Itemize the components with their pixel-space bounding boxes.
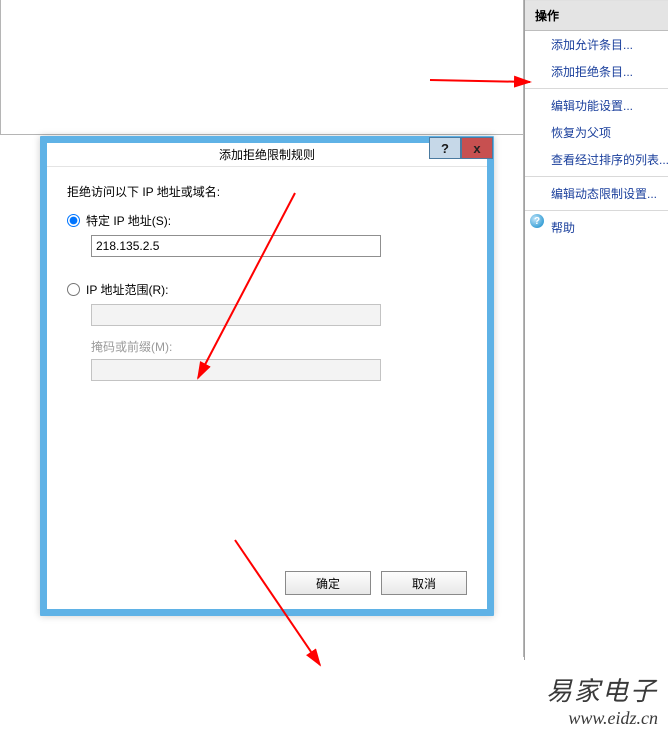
watermark: 易家电子 www.eidz.cn — [546, 671, 658, 729]
ip-range-input[interactable] — [91, 304, 381, 326]
add-deny-rule-dialog: 添加拒绝限制规则 ? x 拒绝访问以下 IP 地址或域名: 特定 IP 地址(S… — [40, 136, 494, 616]
dialog-close-button[interactable]: x — [461, 137, 493, 159]
dialog-section-title: 拒绝访问以下 IP 地址或域名: — [67, 183, 467, 200]
action-revert-parent[interactable]: 恢复为父项 — [525, 119, 668, 146]
mask-label: 掩码或前缀(M): — [91, 338, 467, 355]
actions-panel-header: 操作 — [525, 0, 668, 31]
action-label: 添加允许条目... — [551, 38, 633, 52]
action-edit-feature[interactable]: 编辑功能设置... — [525, 88, 668, 119]
watermark-en: www.eidz.cn — [546, 708, 658, 729]
help-icon: ? — [530, 214, 544, 228]
radio-specific-ip-label: 特定 IP 地址(S): — [86, 212, 171, 229]
dialog-window-controls: ? x — [429, 137, 493, 159]
radio-ip-range[interactable]: IP 地址范围(R): — [67, 281, 467, 298]
action-label: 编辑动态限制设置... — [551, 187, 657, 201]
dialog-body: 拒绝访问以下 IP 地址或域名: 特定 IP 地址(S): IP 地址范围(R)… — [47, 167, 487, 609]
main-pane-bottom — [0, 14, 524, 135]
specific-ip-input[interactable] — [91, 235, 381, 257]
cancel-button[interactable]: 取消 — [381, 571, 467, 595]
dialog-help-button[interactable]: ? — [429, 137, 461, 159]
action-help[interactable]: ? 帮助 — [525, 210, 668, 241]
watermark-cn: 易家电子 — [546, 671, 658, 708]
mask-input[interactable] — [91, 359, 381, 381]
action-edit-dynamic[interactable]: 编辑动态限制设置... — [525, 176, 668, 207]
main-pane-top — [0, 0, 524, 14]
actions-list: 添加允许条目... 添加拒绝条目... 编辑功能设置... 恢复为父项 查看经过… — [525, 31, 668, 241]
action-view-ordered[interactable]: 查看经过排序的列表... — [525, 146, 668, 173]
radio-ip-range-input[interactable] — [67, 283, 80, 296]
dialog-button-row: 确定 取消 — [285, 571, 467, 595]
actions-panel: 操作 添加允许条目... 添加拒绝条目... 编辑功能设置... 恢复为父项 查… — [524, 0, 668, 660]
ok-button[interactable]: 确定 — [285, 571, 371, 595]
radio-ip-range-label: IP 地址范围(R): — [86, 281, 168, 298]
action-label: 恢复为父项 — [551, 126, 611, 140]
action-label: 帮助 — [551, 221, 575, 235]
action-label: 编辑功能设置... — [551, 99, 633, 113]
action-label: 添加拒绝条目... — [551, 65, 633, 79]
dialog-title: 添加拒绝限制规则 — [47, 143, 487, 167]
radio-specific-ip[interactable]: 特定 IP 地址(S): — [67, 212, 467, 229]
action-add-deny[interactable]: 添加拒绝条目... — [525, 58, 668, 85]
action-add-allow[interactable]: 添加允许条目... — [525, 31, 668, 58]
radio-specific-ip-input[interactable] — [67, 214, 80, 227]
action-label: 查看经过排序的列表... — [551, 153, 668, 167]
